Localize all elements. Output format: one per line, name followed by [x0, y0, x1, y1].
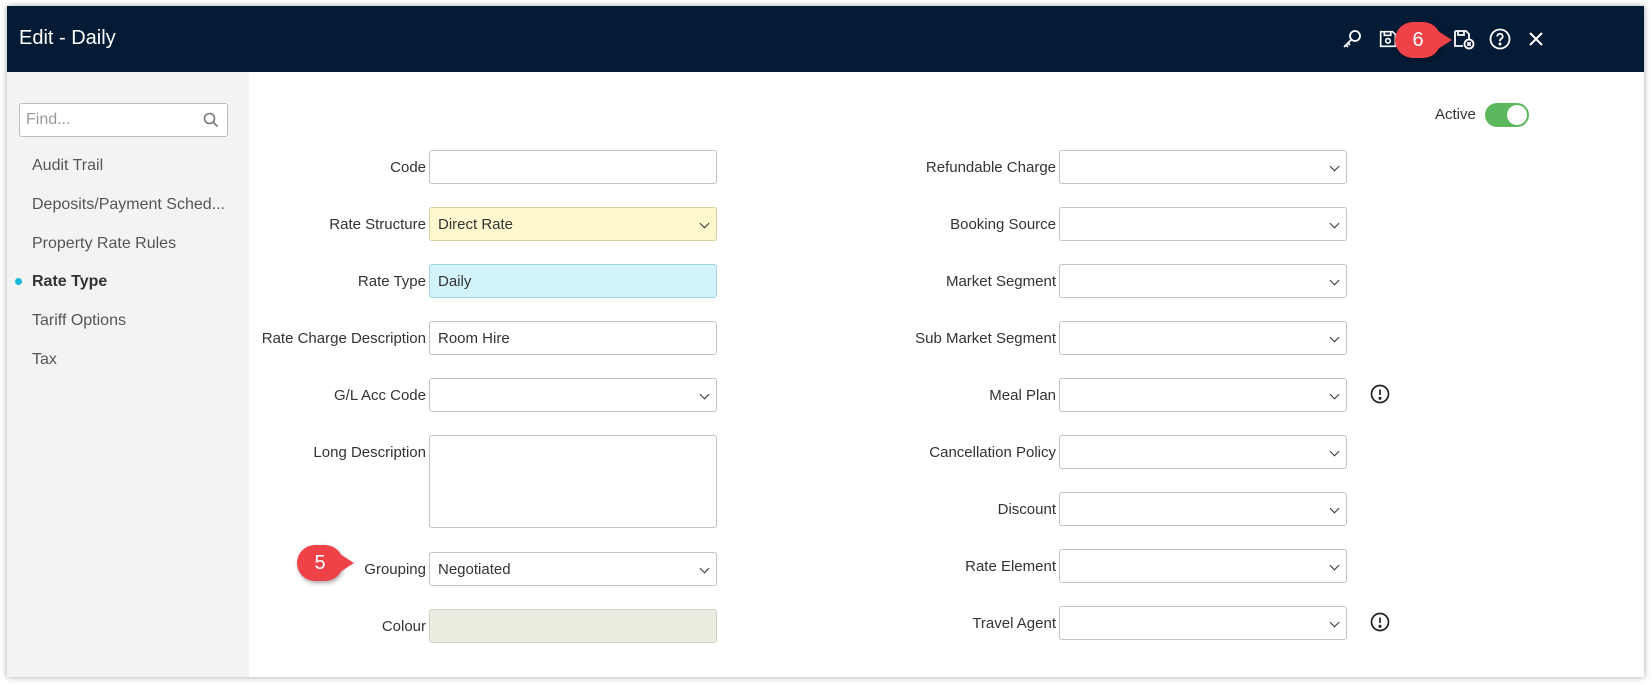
rate-charge-description-label: Rate Charge Description [261, 330, 426, 347]
grouping-label: Grouping [364, 561, 426, 578]
booking-source-select[interactable] [1059, 207, 1347, 241]
step-6-number: 6 [1412, 28, 1424, 51]
find-input[interactable] [20, 104, 190, 136]
booking-source-label: Booking Source [950, 216, 1056, 233]
sidebar-item-tax[interactable]: Tax [32, 351, 57, 369]
rate-type-label: Rate Type [357, 273, 426, 290]
travel-agent-label: Travel Agent [972, 615, 1056, 632]
meal-plan-select[interactable] [1059, 378, 1347, 412]
sub-market-segment-label: Sub Market Segment [915, 330, 1056, 347]
step-6-callout: 6 [1395, 22, 1452, 58]
discount-label: Discount [997, 501, 1056, 518]
market-segment-label: Market Segment [945, 273, 1056, 290]
refundable-charge-label: Refundable Charge [925, 159, 1056, 176]
cancellation-policy-select[interactable] [1059, 435, 1347, 469]
travel-agent-select[interactable] [1059, 606, 1347, 640]
code-label: Code [390, 159, 426, 176]
sidebar-item-deposits[interactable]: Deposits/Payment Sched... [32, 196, 225, 214]
rate-element-label: Rate Element [965, 558, 1056, 575]
step-5-number: 5 [314, 551, 326, 574]
sidebar-item-rate-type[interactable]: Rate Type [32, 273, 107, 291]
cancellation-policy-label: Cancellation Policy [929, 444, 1056, 461]
save-exit-icon[interactable] [1451, 26, 1477, 52]
market-segment-select[interactable] [1059, 264, 1347, 298]
rate-structure-select[interactable]: Direct Rate [429, 207, 717, 241]
edit-window: Edit - Daily Audit Trail Deposits/Paymen… [7, 6, 1644, 677]
discount-select[interactable] [1059, 492, 1347, 526]
rate-element-select[interactable] [1059, 549, 1347, 583]
gl-acc-code-label: G/L Acc Code [334, 387, 426, 404]
long-description-label: Long Description [313, 444, 426, 461]
toggle-knob [1507, 105, 1527, 125]
step-6-pointer [1438, 31, 1452, 49]
close-icon[interactable] [1523, 26, 1549, 52]
sidebar-item-property-rate-rules[interactable]: Property Rate Rules [32, 235, 176, 253]
gl-acc-code-select[interactable] [429, 378, 717, 412]
code-input[interactable] [429, 150, 717, 184]
sidebar-item-tariff-options[interactable]: Tariff Options [32, 312, 126, 330]
colour-picker[interactable] [429, 609, 717, 643]
main-content: Active Code Rate Structure Direct Rate R… [249, 72, 1644, 677]
long-description-textarea[interactable] [429, 435, 717, 528]
grouping-select[interactable]: Negotiated [429, 552, 717, 586]
active-toggle[interactable] [1485, 103, 1529, 127]
active-label: Active [1435, 106, 1476, 123]
step-5-callout: 5 [297, 545, 354, 581]
rate-charge-description-input[interactable]: Room Hire [429, 321, 717, 355]
help-icon[interactable] [1487, 26, 1513, 52]
search-icon[interactable] [203, 112, 219, 133]
rate-type-field[interactable]: Daily [429, 264, 717, 298]
sub-market-segment-select[interactable] [1059, 321, 1347, 355]
travel-agent-info-icon[interactable] [1370, 612, 1390, 632]
step-5-pointer [340, 554, 354, 572]
meal-plan-info-icon[interactable] [1370, 384, 1390, 404]
rate-structure-label: Rate Structure [329, 216, 426, 233]
sidebar-item-audit-trail[interactable]: Audit Trail [32, 157, 103, 175]
refundable-charge-select[interactable] [1059, 150, 1347, 184]
window-title: Edit - Daily [19, 27, 116, 49]
colour-label: Colour [381, 618, 426, 635]
active-indicator [15, 278, 22, 285]
meal-plan-label: Meal Plan [989, 387, 1056, 404]
sidebar: Audit Trail Deposits/Payment Sched... Pr… [7, 72, 249, 677]
key-icon[interactable] [1339, 26, 1365, 52]
find-box [19, 103, 228, 137]
